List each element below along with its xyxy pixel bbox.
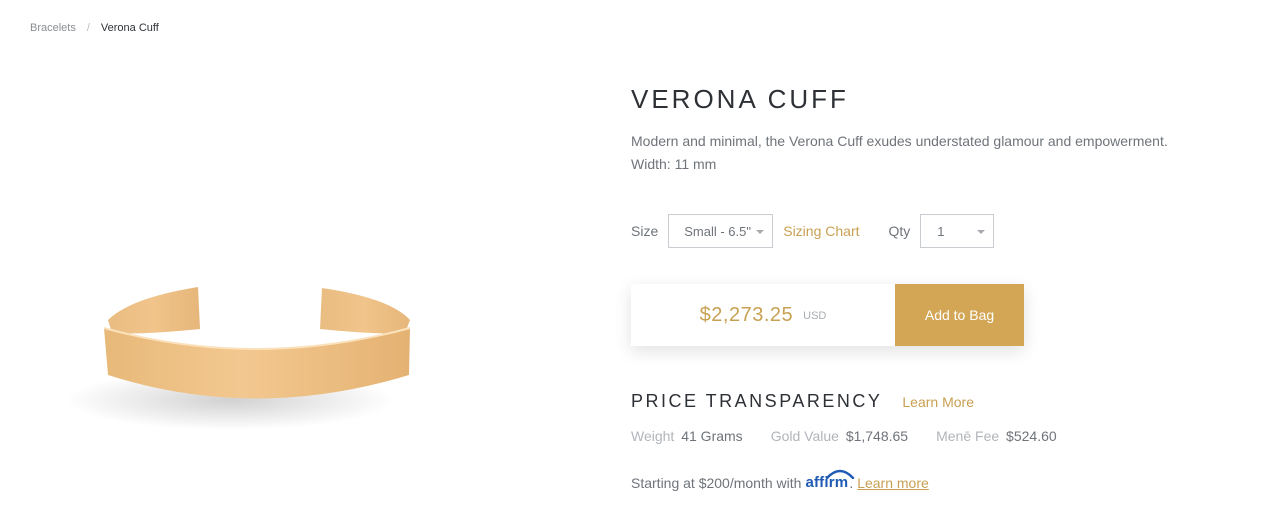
mene-fee-label: Menē Fee — [936, 428, 1000, 444]
financing-line: Starting at $200/month with affirm . Lea… — [631, 469, 929, 491]
size-label: Size — [631, 223, 659, 239]
weight-stat: Weight 41 Grams — [631, 428, 743, 444]
financing-learn-more-link[interactable]: Learn more — [857, 475, 929, 491]
size-select-value: Small - 6.5" — [684, 223, 751, 239]
weight-label: Weight — [631, 428, 675, 444]
affirm-logo: affirm — [805, 469, 855, 491]
qty-select-value: 1 — [937, 223, 945, 239]
weight-value: 41 Grams — [681, 428, 743, 444]
chevron-down-icon — [756, 230, 765, 234]
cuff-bracelet-image — [65, 287, 411, 430]
product-width: Width: 11 mm — [631, 156, 717, 172]
product-image[interactable] — [60, 250, 440, 450]
gold-value-stat: Gold Value $1,748.65 — [771, 428, 908, 444]
price-transparency-title: PRICE TRANSPARENCY — [631, 391, 883, 411]
breadcrumb-separator: / — [86, 22, 90, 34]
price-transparency-learn-more-link[interactable]: Learn More — [902, 394, 974, 410]
gold-value-value: $1,748.65 — [845, 428, 909, 444]
price-transparency-header: PRICE TRANSPARENCY Learn More — [631, 391, 974, 412]
financing-text: Starting at $200/month with — [631, 474, 802, 491]
currency-label: USD — [803, 310, 827, 322]
breadcrumb-bracelets-link[interactable]: Bracelets — [30, 22, 76, 34]
sizing-chart-link[interactable]: Sizing Chart — [783, 223, 859, 239]
product-price: $2,273.25 — [699, 303, 794, 326]
product-description: Modern and minimal, the Verona Cuff exud… — [631, 133, 1168, 149]
chevron-down-icon — [977, 230, 986, 234]
size-select[interactable]: Small - 6.5" — [668, 214, 774, 248]
buy-box: $2,273.25 USD Add to Bag — [631, 284, 1024, 346]
price-area: $2,273.25 USD — [631, 284, 895, 346]
add-to-bag-button[interactable]: Add to Bag — [895, 284, 1024, 346]
qty-select[interactable]: 1 — [920, 214, 995, 248]
affirm-arc-icon — [826, 469, 855, 479]
breadcrumb-current: Verona Cuff — [100, 22, 159, 34]
gold-value-label: Gold Value — [770, 428, 839, 444]
qty-label: Qty — [888, 223, 911, 239]
mene-fee-value: $524.60 — [1006, 428, 1057, 444]
mene-fee-stat: Menē Fee $524.60 — [936, 428, 1057, 444]
price-breakdown: Weight 41 Grams Gold Value $1,748.65 Men… — [631, 428, 1085, 444]
product-description-block: Modern and minimal, the Verona Cuff exud… — [631, 130, 1231, 176]
product-title: VERONA CUFF — [631, 84, 849, 114]
breadcrumb: Bracelets / Verona Cuff — [30, 22, 159, 34]
product-options: Size Small - 6.5" Sizing Chart Qty 1 — [631, 213, 995, 249]
